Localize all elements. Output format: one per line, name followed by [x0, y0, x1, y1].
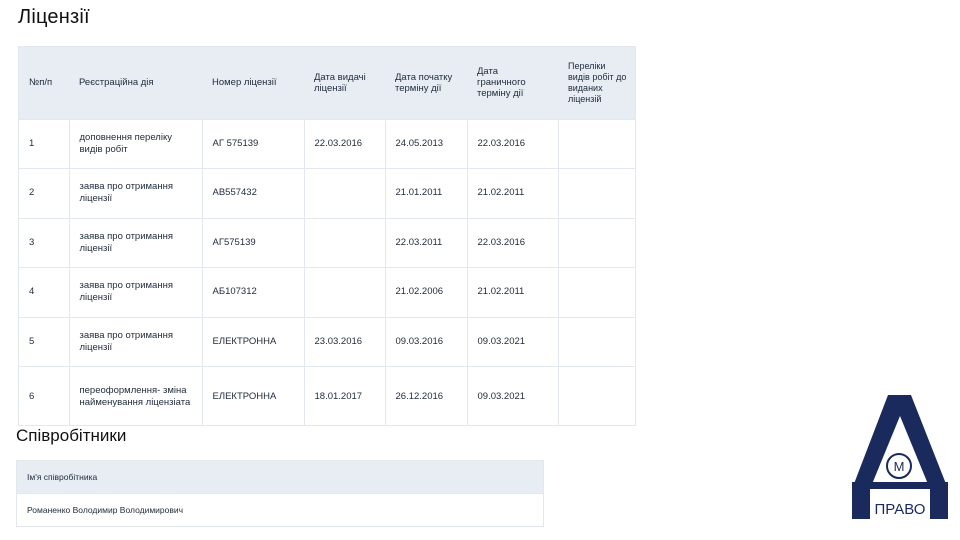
cell-start-date: 09.03.2016 [385, 316, 468, 367]
licenses-table-container: №п/п Реєстраційна дія Номер ліцензії Дат… [18, 46, 636, 426]
cell-number: 6 [19, 366, 70, 425]
cell-registration-action: заява про отримання ліцензії [69, 316, 203, 367]
cell-issue-date: 18.01.2017 [304, 366, 386, 425]
licenses-title: Ліцензії [18, 6, 90, 28]
cell-issue-date: 23.03.2016 [304, 316, 386, 367]
employees-title: Співробітники [16, 426, 127, 445]
employees-table: Ім'я співробітника Романенко Володимир В… [16, 460, 544, 527]
pravo-logo-text: ПРАВО [875, 501, 926, 518]
cell-registration-action: доповнення переліку видів робіт [69, 118, 203, 169]
cell-end-date: 22.03.2016 [467, 217, 559, 268]
cell-registration-action: переоформлення- зміна найменування ліцен… [69, 366, 203, 425]
col-header-number: №п/п [19, 47, 69, 119]
licenses-header-row: №п/п Реєстраційна дія Номер ліцензії Дат… [19, 47, 635, 119]
cell-start-date: 24.05.2013 [385, 118, 468, 169]
cell-end-date: 21.02.2011 [467, 267, 559, 317]
table-row: 3 заява про отримання ліцензії АГ575139 … [19, 217, 635, 268]
cell-end-date: 09.03.2021 [467, 366, 559, 425]
cell-work-types [558, 217, 635, 268]
employee-row: Романенко Володимир Володимирович [17, 493, 543, 526]
col-header-start-date: Дата початку терміну дії [385, 47, 467, 119]
licenses-table: №п/п Реєстраційна дія Номер ліцензії Дат… [19, 47, 635, 425]
cell-number: 4 [19, 267, 70, 317]
cell-work-types [558, 168, 635, 218]
cell-license-number: АВ557432 [202, 168, 305, 218]
cell-end-date: 21.02.2011 [467, 168, 559, 218]
cell-license-number: АГ575139 [202, 217, 305, 268]
svg-text:М: М [894, 459, 905, 474]
table-row: 2 заява про отримання ліцензії АВ557432 … [19, 168, 635, 218]
cell-registration-action: заява про отримання ліцензії [69, 267, 203, 317]
cell-end-date: 09.03.2021 [467, 316, 559, 367]
cell-start-date: 21.01.2011 [385, 168, 468, 218]
cell-number: 2 [19, 168, 70, 218]
employees-header: Ім'я співробітника [17, 461, 543, 493]
table-row: 4 заява про отримання ліцензії АБ107312 … [19, 267, 635, 317]
pravo-logo-mark: М ПРАВО [852, 395, 948, 519]
cell-start-date: 26.12.2016 [385, 366, 468, 425]
cell-license-number: ЕЛЕКТРОННА [202, 316, 305, 367]
cell-issue-date: 22.03.2016 [304, 118, 386, 169]
col-header-license-number: Номер ліцензії [202, 47, 304, 119]
col-header-registration-action: Реєстраційна дія [69, 47, 202, 119]
cell-license-number: АГ 575139 [202, 118, 305, 169]
table-row: 1 доповнення переліку видів робіт АГ 575… [19, 118, 635, 169]
cell-registration-action: заява про отримання ліцензії [69, 217, 203, 268]
cell-end-date: 22.03.2016 [467, 118, 559, 169]
col-header-end-date: Дата граничного терміну дії [467, 47, 558, 119]
cell-start-date: 22.03.2011 [385, 217, 468, 268]
cell-work-types [558, 267, 635, 317]
cell-work-types [558, 118, 635, 169]
cell-registration-action: заява про отримання ліцензії [69, 168, 203, 218]
cell-license-number: ЕЛЕКТРОННА [202, 366, 305, 425]
pravo-logo: М ПРАВО [848, 392, 952, 522]
cell-number: 3 [19, 217, 70, 268]
table-row: 5 заява про отримання ліцензії ЕЛЕКТРОНН… [19, 316, 635, 367]
col-header-work-types: Переліки видів робіт до виданих ліцензій [558, 47, 635, 119]
cell-start-date: 21.02.2006 [385, 267, 468, 317]
table-row: 6 переоформлення- зміна найменування ліц… [19, 366, 635, 425]
cell-number: 5 [19, 316, 70, 367]
cell-number: 1 [19, 118, 70, 169]
col-header-issue-date: Дата видачі ліцензії [304, 47, 385, 119]
cell-work-types [558, 366, 635, 425]
cell-issue-date [304, 168, 386, 218]
cell-issue-date [304, 267, 386, 317]
cell-license-number: АБ107312 [202, 267, 305, 317]
cell-work-types [558, 316, 635, 367]
cell-issue-date [304, 217, 386, 268]
